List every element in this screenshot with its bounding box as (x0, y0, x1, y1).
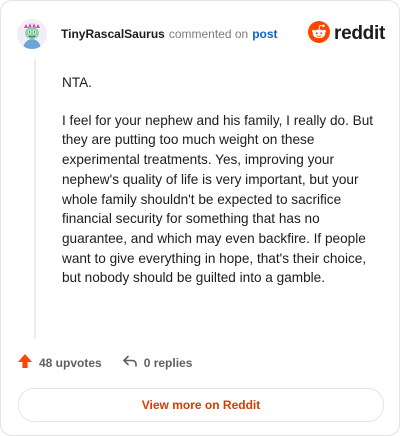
reply-count: 0 replies (143, 355, 193, 370)
comment-paragraph: I feel for your nephew and his family, I… (62, 112, 374, 286)
reply-button[interactable]: 0 replies (122, 353, 193, 372)
reddit-wordmark: reddit (334, 23, 385, 44)
thread-line (34, 59, 36, 339)
comment-body: NTA. I feel for your nephew and his fami… (62, 73, 382, 306)
comment-actions: 48 upvotes 0 replies (17, 353, 192, 372)
view-more-button[interactable]: View more on Reddit (18, 388, 384, 422)
reddit-brand[interactable]: reddit (308, 20, 385, 48)
upvote-arrow-icon (17, 353, 39, 372)
reddit-logo-icon (308, 20, 331, 48)
username[interactable]: TinyRascalSaurus (61, 27, 165, 41)
upvote-button[interactable]: 48 upvotes (17, 353, 102, 372)
post-link[interactable]: post (252, 27, 277, 41)
comment-paragraph: NTA. (62, 75, 92, 90)
comment-header: TinyRascalSaurus commented on post reddi… (17, 17, 385, 51)
upvote-count: 48 upvotes (39, 355, 102, 370)
avatar[interactable] (17, 19, 47, 49)
reply-icon (122, 353, 144, 372)
action-text: commented on (168, 27, 249, 41)
comment-embed-card: TinyRascalSaurus commented on post reddi… (0, 0, 400, 436)
comment-meta: TinyRascalSaurus commented on post (61, 27, 278, 41)
